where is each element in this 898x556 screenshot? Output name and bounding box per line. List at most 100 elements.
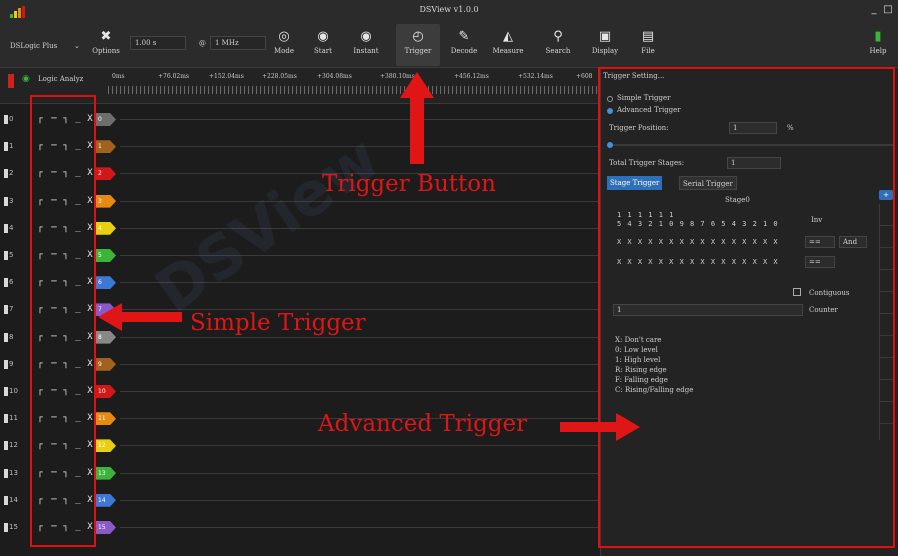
simple-trigger-option[interactable]: ┐: [60, 275, 72, 289]
pattern-logic-select[interactable]: And: [839, 236, 867, 248]
tab-stage-trigger[interactable]: Stage Trigger: [607, 176, 663, 190]
simple-trigger-option[interactable]: ─: [48, 194, 60, 208]
simple-trigger-option[interactable]: ┌: [34, 112, 46, 126]
simple-trigger-option[interactable]: ┌: [34, 438, 46, 452]
start-button[interactable]: ◉ Start: [301, 24, 345, 66]
simple-trigger-option[interactable]: ─: [48, 493, 60, 507]
file-button[interactable]: ▤ File: [626, 24, 670, 66]
simple-trigger-option[interactable]: _: [72, 411, 84, 425]
simple-trigger-option[interactable]: ─: [48, 384, 60, 398]
simple-trigger-option[interactable]: X: [84, 493, 96, 507]
minimize-button[interactable]: _: [868, 3, 880, 17]
simple-trigger-option[interactable]: _: [72, 357, 84, 371]
simple-trigger-option[interactable]: ┐: [60, 493, 72, 507]
simple-trigger-option[interactable]: ┐: [60, 302, 72, 316]
simple-trigger-option[interactable]: X: [84, 357, 96, 371]
simple-trigger-option[interactable]: ┐: [60, 520, 72, 534]
simple-trigger-option[interactable]: X: [84, 112, 96, 126]
channel-tag[interactable]: 11: [96, 412, 116, 426]
simple-trigger-option[interactable]: X: [84, 221, 96, 235]
simple-trigger-option[interactable]: _: [72, 302, 84, 316]
simple-trigger-option[interactable]: X: [84, 194, 96, 208]
maximize-button[interactable]: □: [882, 3, 894, 17]
simple-trigger-option[interactable]: ┌: [34, 275, 46, 289]
simple-trigger-option[interactable]: X: [84, 166, 96, 180]
device-select[interactable]: DSLogic Plus: [10, 42, 57, 50]
simple-trigger-option[interactable]: X: [84, 275, 96, 289]
simple-trigger-option[interactable]: ─: [48, 466, 60, 480]
simple-trigger-option[interactable]: ┐: [60, 166, 72, 180]
simple-trigger-option[interactable]: _: [72, 248, 84, 262]
channel-row[interactable]: 4 ┌ ─ ┐ _ X 4: [0, 217, 598, 241]
simple-trigger-option[interactable]: ─: [48, 166, 60, 180]
channel-tag[interactable]: 8: [96, 330, 116, 344]
simple-trigger-option[interactable]: _: [72, 112, 84, 126]
simple-trigger-option[interactable]: X: [84, 411, 96, 425]
channel-tag[interactable]: 13: [96, 466, 116, 480]
search-button[interactable]: ⚲ Search: [536, 24, 580, 66]
instant-button[interactable]: ◉ Instant: [344, 24, 388, 66]
sample-time-select[interactable]: 1.00 s: [130, 36, 186, 50]
channel-row[interactable]: 1 ┌ ─ ┐ _ X 1: [0, 135, 598, 159]
tab-serial-trigger[interactable]: Serial Trigger: [679, 176, 737, 190]
simple-trigger-option[interactable]: ┐: [60, 248, 72, 262]
simple-trigger-option[interactable]: ┐: [60, 139, 72, 153]
help-button[interactable]: ▮ Help: [856, 24, 898, 66]
simple-trigger-option[interactable]: _: [72, 221, 84, 235]
simple-trigger-option[interactable]: ┌: [34, 520, 46, 534]
simple-trigger-option[interactable]: ┌: [34, 302, 46, 316]
simple-trigger-option[interactable]: _: [72, 166, 84, 180]
simple-trigger-option[interactable]: ┐: [60, 438, 72, 452]
sample-rate-select[interactable]: 1 MHz: [210, 36, 266, 50]
simple-trigger-option[interactable]: ┌: [34, 357, 46, 371]
simple-trigger-option[interactable]: _: [72, 438, 84, 452]
display-button[interactable]: ▣ Display: [583, 24, 627, 66]
channel-tag[interactable]: 3: [96, 194, 116, 208]
simple-trigger-option[interactable]: ─: [48, 520, 60, 534]
device-chevron-icon[interactable]: ⌄: [74, 42, 80, 50]
simple-trigger-radio[interactable]: [607, 96, 613, 102]
simple-trigger-option[interactable]: X: [84, 466, 96, 480]
simple-trigger-option[interactable]: ─: [48, 438, 60, 452]
mode-button[interactable]: ◎ Mode: [262, 24, 306, 66]
contiguous-checkbox[interactable]: [793, 288, 801, 296]
simple-trigger-option[interactable]: ┌: [34, 194, 46, 208]
simple-trigger-option[interactable]: ┐: [60, 384, 72, 398]
simple-trigger-option[interactable]: ┐: [60, 330, 72, 344]
channel-tag[interactable]: 4: [96, 221, 116, 235]
channel-tag[interactable]: 6: [96, 276, 116, 290]
simple-trigger-option[interactable]: _: [72, 520, 84, 534]
trigger-pattern-input-2[interactable]: X X X X X X X X X X X X X X X X: [617, 258, 779, 266]
simple-trigger-option[interactable]: ┌: [34, 330, 46, 344]
channel-tag[interactable]: 15: [96, 521, 116, 534]
trigger-stages-select[interactable]: 1: [727, 157, 781, 169]
channel-row[interactable]: 15 ┌ ─ ┐ _ X 15: [0, 516, 598, 540]
simple-trigger-option[interactable]: ─: [48, 302, 60, 316]
simple-trigger-option[interactable]: ─: [48, 330, 60, 344]
simple-trigger-option[interactable]: X: [84, 330, 96, 344]
simple-trigger-option[interactable]: _: [72, 194, 84, 208]
simple-trigger-option[interactable]: _: [72, 275, 84, 289]
channel-row[interactable]: 0 ┌ ─ ┐ _ X 0: [0, 108, 598, 132]
simple-trigger-option[interactable]: ┐: [60, 411, 72, 425]
channel-tag[interactable]: 9: [96, 357, 116, 371]
simple-trigger-option[interactable]: _: [72, 384, 84, 398]
add-stage-button[interactable]: +: [879, 190, 893, 200]
simple-trigger-option[interactable]: X: [84, 438, 96, 452]
pattern-operator-2[interactable]: ==: [805, 256, 835, 268]
simple-trigger-option[interactable]: _: [72, 466, 84, 480]
channel-row[interactable]: 12 ┌ ─ ┐ _ X 12: [0, 434, 598, 458]
channel-row[interactable]: 10 ┌ ─ ┐ _ X 10: [0, 380, 598, 404]
simple-trigger-option[interactable]: X: [84, 302, 96, 316]
channel-tag[interactable]: 10: [96, 385, 116, 398]
simple-trigger-option[interactable]: ┌: [34, 493, 46, 507]
simple-trigger-option[interactable]: ┐: [60, 112, 72, 126]
channel-tag[interactable]: 14: [96, 493, 116, 507]
simple-trigger-option[interactable]: X: [84, 248, 96, 262]
simple-trigger-option[interactable]: ┌: [34, 166, 46, 180]
channel-tag[interactable]: 0: [96, 113, 116, 126]
channel-row[interactable]: 3 ┌ ─ ┐ _ X 3: [0, 190, 598, 214]
simple-trigger-option[interactable]: X: [84, 139, 96, 153]
simple-trigger-option[interactable]: _: [72, 139, 84, 153]
simple-trigger-option[interactable]: _: [72, 330, 84, 344]
